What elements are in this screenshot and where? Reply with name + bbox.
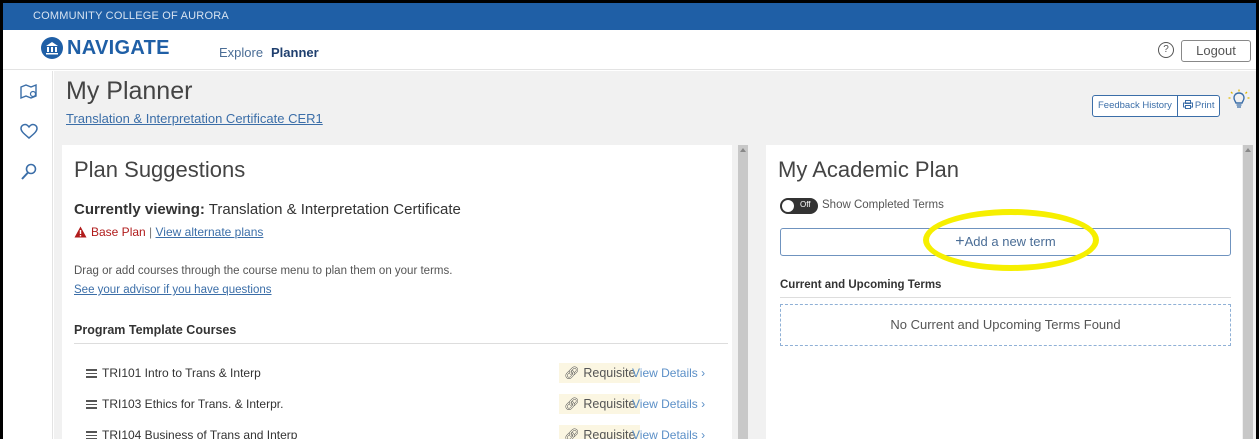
map-people-icon[interactable] — [20, 83, 38, 101]
course-name: TRI104 Business of Trans and Interp — [102, 428, 298, 439]
requisite-label: Requisite — [583, 366, 636, 380]
course-name: TRI103 Ethics for Trans. & Interpr. — [102, 397, 284, 411]
requisite-label: Requisite — [583, 428, 636, 439]
navigate-logo-icon[interactable] — [41, 37, 63, 59]
link-icon: 🔗︎ — [564, 397, 580, 411]
course-name: TRI101 Intro to Trans & Interp — [102, 366, 261, 380]
suggestions-scrollbar[interactable] — [738, 145, 748, 439]
base-plan-label: Base Plan — [91, 225, 146, 239]
chevron-right-icon: › — [701, 397, 706, 411]
program-link[interactable]: Translation & Interpretation Certificate… — [66, 111, 323, 126]
header-actions: Feedback History Print — [1092, 95, 1221, 117]
currently-viewing: Currently viewing: Translation & Interpr… — [74, 201, 461, 218]
page-header: My Planner Translation & Interpretation … — [54, 71, 1256, 137]
course-row[interactable]: TRI104 Business of Trans and Interp 🔗︎ R… — [86, 425, 728, 439]
requisite-label: Requisite — [583, 397, 636, 411]
requisite-badge[interactable]: 🔗︎ Requisite — [559, 394, 641, 414]
nav-explore[interactable]: Explore — [219, 45, 263, 60]
requisite-badge[interactable]: 🔗︎ Requisite — [559, 425, 641, 439]
drag-handle-icon[interactable] — [86, 431, 97, 439]
chevron-right-icon: › — [701, 366, 706, 380]
feedback-history-button[interactable]: Feedback History — [1093, 96, 1177, 116]
separator: | — [149, 225, 153, 239]
viewing-label: Currently viewing: — [74, 201, 205, 218]
toggle-knob — [782, 200, 794, 212]
print-label: Print — [1194, 100, 1215, 111]
show-completed-label: Show Completed Terms — [822, 199, 944, 211]
current-terms-heading: Current and Upcoming Terms — [780, 279, 1231, 298]
lightbulb-icon[interactable] — [1228, 89, 1250, 111]
advisor-link[interactable]: See your advisor if you have questions — [74, 284, 272, 296]
academic-scrollbar[interactable] — [1243, 145, 1253, 439]
view-details-link[interactable]: View Details › — [632, 366, 705, 380]
program-template-heading: Program Template Courses — [74, 323, 728, 344]
plan-suggestions-panel: Plan Suggestions Currently viewing: Tran… — [62, 145, 732, 439]
show-completed-toggle[interactable]: Off — [780, 198, 818, 214]
no-terms-message: No Current and Upcoming Terms Found — [780, 304, 1231, 346]
view-details-link[interactable]: View Details › — [632, 428, 705, 439]
academic-plan-panel: My Academic Plan Off Show Completed Term… — [766, 145, 1242, 439]
top-nav: NAVIGATE Explore Planner ? Logout — [3, 30, 1256, 70]
college-bar: COMMUNITY COLLEGE OF AURORA — [3, 3, 1256, 30]
drag-handle-icon[interactable] — [86, 400, 97, 409]
yellow-highlight-ellipse — [923, 209, 1099, 271]
link-icon: 🔗︎ — [564, 366, 580, 380]
printer-icon — [1182, 100, 1193, 109]
search-icon[interactable] — [20, 163, 38, 181]
plan-suggestions-title: Plan Suggestions — [74, 157, 246, 182]
left-rail — [3, 71, 53, 439]
logout-button[interactable]: Logout — [1181, 40, 1251, 62]
toggle-state: Off — [800, 200, 811, 209]
link-icon: 🔗︎ — [564, 428, 580, 439]
drag-handle-icon[interactable] — [86, 369, 97, 378]
heart-icon[interactable] — [20, 123, 38, 141]
view-alternate-plans-link[interactable]: View alternate plans — [156, 225, 264, 239]
course-row[interactable]: TRI101 Intro to Trans & Interp 🔗︎ Requis… — [86, 363, 728, 386]
view-details-label: View Details — [632, 428, 698, 439]
brand-name[interactable]: NAVIGATE — [67, 37, 170, 60]
viewing-value: Translation & Interpretation Certificate — [208, 201, 461, 218]
drag-instructions: Drag or add courses through the course m… — [74, 265, 453, 277]
view-details-label: View Details — [632, 366, 698, 380]
page-title: My Planner — [66, 77, 193, 105]
academic-plan-title: My Academic Plan — [778, 157, 959, 182]
help-icon[interactable]: ? — [1158, 42, 1174, 58]
app-frame: COMMUNITY COLLEGE OF AURORA NAVIGATE Exp… — [3, 3, 1256, 439]
view-details-label: View Details — [632, 397, 698, 411]
course-row[interactable]: TRI103 Ethics for Trans. & Interpr. 🔗︎ R… — [86, 394, 728, 417]
view-details-link[interactable]: View Details › — [632, 397, 705, 411]
warning-icon — [74, 226, 87, 238]
base-plan-line: Base Plan | View alternate plans — [74, 225, 263, 239]
print-button[interactable]: Print — [1176, 96, 1220, 116]
college-name: COMMUNITY COLLEGE OF AURORA — [33, 10, 229, 22]
nav-planner[interactable]: Planner — [271, 45, 319, 60]
requisite-badge[interactable]: 🔗︎ Requisite — [559, 363, 641, 383]
chevron-right-icon: › — [701, 428, 706, 439]
